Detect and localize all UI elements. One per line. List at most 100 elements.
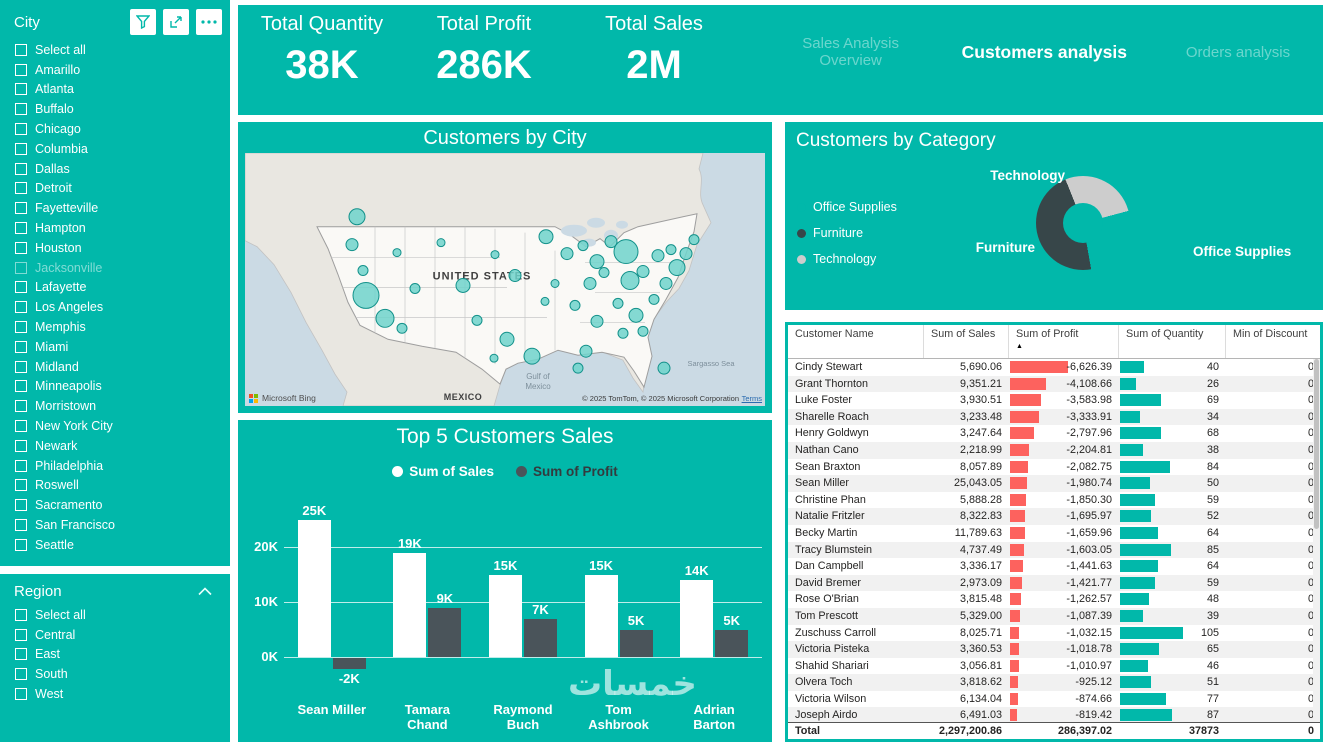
- filter-option-central[interactable]: Central: [0, 625, 230, 645]
- filter-option-houston[interactable]: Houston: [0, 238, 230, 258]
- filter-option-hampton[interactable]: Hampton: [0, 218, 230, 238]
- city-bubble[interactable]: [665, 244, 677, 256]
- checkbox-icon[interactable]: [15, 222, 27, 235]
- scrollbar-thumb[interactable]: [1314, 359, 1319, 529]
- bing-map[interactable]: UNITED STATES MEXICO Gulf of Mexico Sarg…: [245, 153, 765, 406]
- legend-item-sum-of-profit[interactable]: Sum of Profit: [516, 464, 618, 479]
- table-row[interactable]: David Bremer 2,973.09 -1,421.77 59 0: [788, 574, 1320, 592]
- sum-of-profit-bar[interactable]: [715, 629, 749, 657]
- checkbox-icon[interactable]: [15, 439, 27, 452]
- tab-sales-analysis-overview[interactable]: Sales Analysis Overview: [786, 35, 916, 69]
- city-bubble[interactable]: [577, 240, 589, 252]
- sum-of-sales-bar[interactable]: [393, 552, 427, 657]
- table-row[interactable]: Rose O'Brian 3,815.48 -1,262.57 48 0: [788, 591, 1320, 608]
- focus-mode-icon[interactable]: [163, 9, 189, 35]
- city-bubble[interactable]: [538, 229, 554, 245]
- table-row[interactable]: Olvera Toch 3,818.62 -925.12 51 0: [788, 674, 1320, 691]
- city-bubble[interactable]: [569, 299, 581, 311]
- checkbox-icon[interactable]: [15, 628, 27, 641]
- filter-option-fayetteville[interactable]: Fayetteville: [0, 198, 230, 218]
- checkbox-icon[interactable]: [15, 499, 27, 512]
- city-bubble[interactable]: [628, 307, 644, 323]
- filter-option-select-all[interactable]: Select all: [0, 40, 230, 60]
- city-bubble[interactable]: [589, 254, 605, 270]
- city-bubble[interactable]: [648, 293, 660, 305]
- city-bubble[interactable]: [613, 239, 639, 265]
- city-bubble[interactable]: [455, 278, 471, 293]
- sum-of-sales-bar[interactable]: [488, 574, 522, 657]
- city-bubble[interactable]: [590, 314, 604, 328]
- legend-item-office-supplies[interactable]: Office Supplies: [797, 194, 897, 220]
- table-row[interactable]: Tracy Blumstein 4,737.49 -1,603.05 85 0: [788, 541, 1320, 559]
- checkbox-icon[interactable]: [15, 420, 27, 433]
- checkbox-icon[interactable]: [15, 688, 27, 701]
- table-row[interactable]: Joseph Airdo 6,491.03 -819.42 87 0: [788, 707, 1320, 722]
- table-row[interactable]: Henry Goldwyn 3,247.64 -2,797.96 68 0: [788, 425, 1320, 442]
- table-row[interactable]: Nathan Cano 2,218.99 -2,204.81 38 0: [788, 441, 1320, 459]
- filter-option-dallas[interactable]: Dallas: [0, 159, 230, 179]
- filter-option-miami[interactable]: Miami: [0, 337, 230, 357]
- city-bubble[interactable]: [659, 277, 673, 290]
- city-bubble[interactable]: [471, 314, 483, 326]
- table-row[interactable]: Becky Martin 11,789.63 -1,659.96 64 0: [788, 525, 1320, 542]
- sum-of-sales-bar[interactable]: [680, 580, 714, 657]
- filter-option-atlanta[interactable]: Atlanta: [0, 80, 230, 100]
- column-header-customer-name[interactable]: Customer Name: [788, 325, 923, 358]
- filter-option-sacramento[interactable]: Sacramento: [0, 495, 230, 515]
- city-bubble[interactable]: [651, 249, 665, 263]
- column-header-sum-of-quantity[interactable]: Sum of Quantity: [1118, 325, 1225, 358]
- city-bubble[interactable]: [352, 281, 380, 309]
- filter-option-east[interactable]: East: [0, 645, 230, 665]
- table-row[interactable]: Cindy Stewart 5,690.06 -6,626.39 40 0: [788, 359, 1320, 376]
- checkbox-icon[interactable]: [15, 608, 27, 621]
- checkbox-icon[interactable]: [15, 538, 27, 551]
- filter-option-new-york-city[interactable]: New York City: [0, 416, 230, 436]
- filter-option-columbia[interactable]: Columbia: [0, 139, 230, 159]
- table-row[interactable]: Victoria Pisteka 3,360.53 -1,018.78 65 0: [788, 641, 1320, 658]
- filter-option-south[interactable]: South: [0, 664, 230, 684]
- city-bubble[interactable]: [345, 238, 359, 252]
- filter-option-morristown[interactable]: Morristown: [0, 396, 230, 416]
- filter-option-seattle[interactable]: Seattle: [0, 535, 230, 555]
- table-row[interactable]: Christine Phan 5,888.28 -1,850.30 59 0: [788, 492, 1320, 509]
- city-bubble[interactable]: [540, 296, 550, 306]
- filter-option-jacksonville[interactable]: Jacksonville: [0, 258, 230, 278]
- table-row[interactable]: Luke Foster 3,930.51 -3,583.98 69 0: [788, 392, 1320, 409]
- checkbox-icon[interactable]: [15, 142, 27, 155]
- city-bubble[interactable]: [489, 353, 499, 363]
- checkbox-icon[interactable]: [15, 43, 27, 56]
- city-bubble[interactable]: [523, 347, 541, 365]
- filter-option-midland[interactable]: Midland: [0, 357, 230, 377]
- checkbox-icon[interactable]: [15, 123, 27, 136]
- legend-item-technology[interactable]: Technology: [797, 246, 897, 272]
- table-row[interactable]: Grant Thornton 9,351.21 -4,108.66 26 0: [788, 375, 1320, 393]
- filter-option-select-all[interactable]: Select all: [0, 605, 230, 625]
- city-bubble[interactable]: [499, 331, 515, 347]
- city-bubble[interactable]: [583, 277, 597, 290]
- filter-option-west[interactable]: West: [0, 684, 230, 704]
- sum-of-profit-bar[interactable]: [619, 629, 653, 657]
- more-options-icon[interactable]: [196, 9, 222, 35]
- city-bubble[interactable]: [436, 238, 446, 248]
- filter-option-chicago[interactable]: Chicago: [0, 119, 230, 139]
- city-bubble[interactable]: [636, 265, 650, 279]
- filter-option-amarillo[interactable]: Amarillo: [0, 60, 230, 80]
- filter-option-minneapolis[interactable]: Minneapolis: [0, 377, 230, 397]
- filter-option-detroit[interactable]: Detroit: [0, 179, 230, 199]
- city-bubble[interactable]: [396, 322, 408, 334]
- checkbox-icon[interactable]: [15, 103, 27, 116]
- checkbox-icon[interactable]: [15, 63, 27, 76]
- table-row[interactable]: Sean Braxton 8,057.89 -2,082.75 84 0: [788, 459, 1320, 476]
- city-bubble[interactable]: [572, 362, 584, 374]
- city-bubble[interactable]: [508, 269, 522, 282]
- table-row[interactable]: Sean Miller 25,043.05 -1,980.74 50 0: [788, 475, 1320, 492]
- filter-option-newark[interactable]: Newark: [0, 436, 230, 456]
- filter-icon[interactable]: [130, 9, 156, 35]
- donut-chart[interactable]: [1036, 176, 1130, 270]
- filter-option-lafayette[interactable]: Lafayette: [0, 278, 230, 298]
- table-row[interactable]: Victoria Wilson 6,134.04 -874.66 77 0: [788, 691, 1320, 708]
- filter-option-buffalo[interactable]: Buffalo: [0, 99, 230, 119]
- filter-option-philadelphia[interactable]: Philadelphia: [0, 456, 230, 476]
- city-bubble[interactable]: [612, 297, 624, 309]
- checkbox-icon[interactable]: [15, 360, 27, 373]
